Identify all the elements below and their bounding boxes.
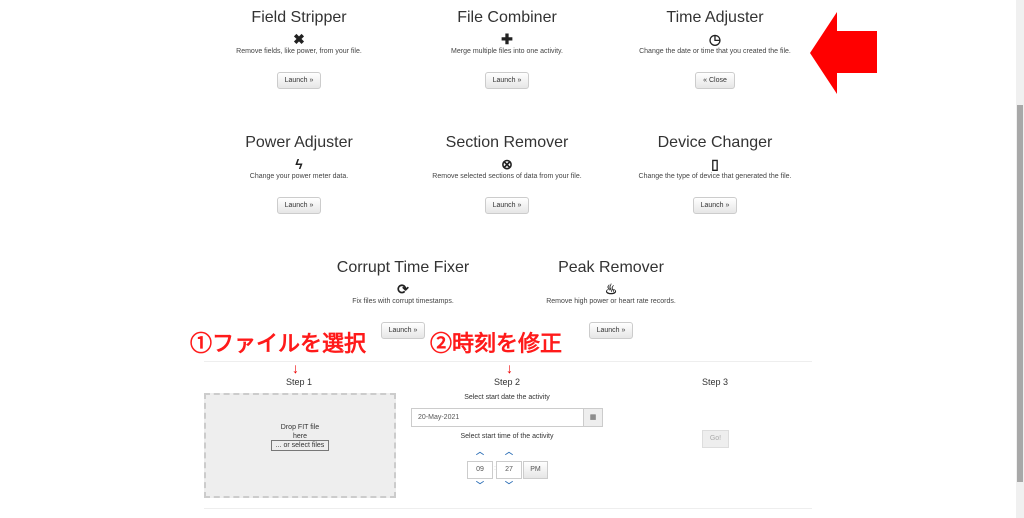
bottom-divider <box>204 508 812 509</box>
tool-launch-button[interactable]: Launch » <box>484 72 530 89</box>
tool-launch-button[interactable]: Launch » <box>484 197 530 214</box>
tool-launch-button[interactable]: Launch » <box>588 322 634 339</box>
tool-title: Power Adjuster <box>245 134 353 151</box>
step1-label: Step 1 <box>285 377 313 387</box>
tool-card: File Combiner ✚ Merge multiple files int… <box>407 8 607 89</box>
select-files-button[interactable]: ... or select files <box>270 440 330 451</box>
mobile-icon: ▯ <box>711 156 719 172</box>
fire-icon: ♨ <box>604 281 618 297</box>
tool-launch-button[interactable]: Launch » <box>692 197 738 214</box>
bolt-icon: ϟ <box>295 156 303 172</box>
time-label: Select start time of the activity <box>460 433 554 440</box>
refresh-icon: ⟳ <box>397 281 409 297</box>
file-drop-zone[interactable]: Drop FIT file here ... or select files <box>204 393 396 498</box>
annotation-arrow-down: ↓ <box>292 360 299 376</box>
annotation-arrow-down: ↓ <box>506 360 513 376</box>
tool-launch-button[interactable]: « Close <box>695 72 735 89</box>
ampm-toggle[interactable]: PM <box>523 461 548 479</box>
clock-icon: ◷ <box>708 31 722 47</box>
tool-card: Time Adjuster ◷ Change the date or time … <box>615 8 815 89</box>
hour-input[interactable]: 09 <box>467 461 493 479</box>
tool-title: Time Adjuster <box>666 9 764 26</box>
tool-title: Peak Remover <box>558 259 664 276</box>
drop-text: Drop FIT file <box>280 424 320 431</box>
times-icon: ✖ <box>293 31 305 47</box>
remove-circle-icon: ⊗ <box>501 156 513 172</box>
tool-title: Corrupt Time Fixer <box>336 259 470 276</box>
tool-description: Remove selected sections of data from yo… <box>432 173 582 180</box>
tool-description: Remove high power or heart rate records. <box>546 298 676 305</box>
calendar-button[interactable]: ▦ <box>583 408 603 427</box>
tool-card: Device Changer ▯ Change the type of devi… <box>615 133 815 214</box>
tool-title: File Combiner <box>457 9 557 26</box>
tool-description: Change the date or time that you created… <box>639 48 791 55</box>
tool-description: Change your power meter data. <box>249 173 349 180</box>
tool-card: Section Remover ⊗ Remove selected sectio… <box>407 133 607 214</box>
tool-card: Power Adjuster ϟ Change your power meter… <box>199 133 399 214</box>
plus-icon: ✚ <box>501 31 513 47</box>
minute-up-chevron-icon[interactable]: ︿ <box>505 446 513 457</box>
calendar-icon: ▦ <box>589 414 597 421</box>
date-label: Select start date the activity <box>464 394 550 401</box>
minute-input[interactable]: 27 <box>496 461 522 479</box>
annotation-fix-time: ②時刻を修正 <box>430 331 563 356</box>
step2-label: Step 2 <box>493 377 521 387</box>
minute-down-chevron-icon[interactable]: ﹀ <box>505 480 513 491</box>
scrollbar[interactable] <box>1016 0 1024 518</box>
tool-title: Device Changer <box>657 134 773 151</box>
annotation-select-file: ①ファイルを選択 <box>190 331 367 356</box>
tool-description: Remove fields, like power, from your fil… <box>236 48 362 55</box>
date-input[interactable]: 20-May-2021 <box>411 408 584 427</box>
tool-description: Fix files with corrupt timestamps. <box>352 298 454 305</box>
tool-title: Field Stripper <box>251 9 347 26</box>
step3-label: Step 3 <box>701 377 729 387</box>
hour-down-chevron-icon[interactable]: ﹀ <box>476 480 484 491</box>
tool-launch-button[interactable]: Launch » <box>276 197 322 214</box>
tool-title: Section Remover <box>445 134 569 151</box>
tool-description: Change the type of device that generated… <box>638 173 792 180</box>
scrollbar-thumb[interactable] <box>1017 105 1023 482</box>
tool-card: Field Stripper ✖ Remove fields, like pow… <box>199 8 399 89</box>
drop-text-2: here <box>292 433 307 440</box>
hour-up-chevron-icon[interactable]: ︿ <box>476 446 484 457</box>
go-button[interactable]: Go! <box>702 430 729 448</box>
red-arrow-left-icon <box>810 12 877 94</box>
tool-launch-button[interactable]: Launch » <box>380 322 426 339</box>
tool-description: Merge multiple files into one activity. <box>451 48 563 55</box>
tool-launch-button[interactable]: Launch » <box>276 72 322 89</box>
